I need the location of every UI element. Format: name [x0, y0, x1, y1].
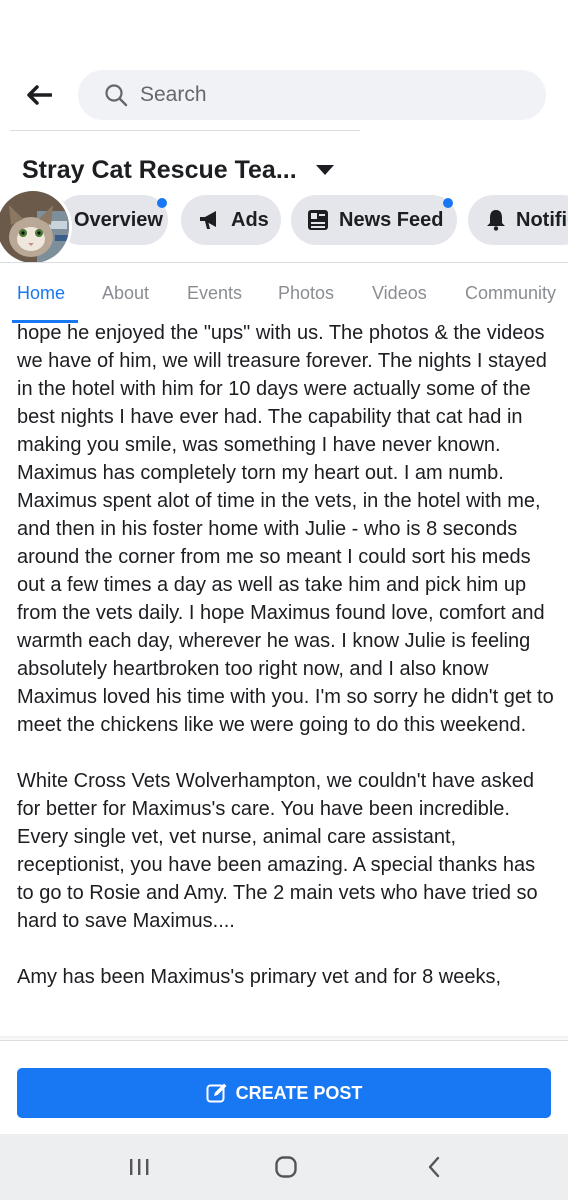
page-title: Stray Cat Rescue Tea... [22, 155, 297, 184]
megaphone-icon [199, 210, 221, 230]
post-content: hope he enjoyed the "ups" with us. The p… [0, 323, 568, 1023]
news-feed-icon [307, 209, 329, 231]
notifications-label: Notific [516, 208, 568, 231]
create-post-button[interactable]: CREATE POST [17, 1068, 551, 1118]
caret-down-icon [315, 163, 335, 177]
recent-apps-button[interactable] [119, 1152, 159, 1182]
page-switcher[interactable]: Stray Cat Rescue Tea... [22, 152, 335, 188]
system-nav-bar [0, 1134, 568, 1200]
overview-label: Overview [74, 208, 163, 231]
post-text: hope he enjoyed the "ups" with us. The p… [17, 323, 557, 991]
tab-photos[interactable]: Photos [278, 283, 334, 304]
tab-community[interactable]: Community [465, 283, 556, 304]
bell-icon [486, 209, 506, 231]
news-feed-notification-dot [443, 198, 453, 208]
top-bar [0, 60, 568, 130]
overview-notification-dot [157, 198, 167, 208]
bottom-action-bar: CREATE POST [0, 1040, 568, 1135]
post-paragraph: White Cross Vets Wolverhampton, we could… [17, 770, 538, 932]
status-bar [0, 0, 568, 60]
overview-chip[interactable]: Overview [56, 195, 168, 245]
tab-events[interactable]: Events [187, 283, 242, 304]
page-avatar[interactable] [0, 188, 72, 266]
header-divider [10, 130, 360, 131]
post-paragraph: hope he enjoyed the "ups" with us. The p… [17, 323, 554, 736]
recent-apps-icon [130, 1159, 149, 1175]
tab-home[interactable]: Home [17, 283, 65, 304]
ads-chip[interactable]: Ads [181, 195, 281, 245]
search-input[interactable] [138, 82, 522, 108]
post-paragraph: Amy has been Maximus's primary vet and f… [17, 966, 502, 988]
page-actions-bar: Overview Ads News Feed Notific [0, 195, 568, 247]
back-button[interactable] [22, 80, 56, 110]
tab-videos[interactable]: Videos [372, 283, 427, 304]
home-icon [275, 1156, 297, 1178]
notifications-chip[interactable]: Notific [468, 195, 568, 245]
search-box[interactable] [78, 70, 546, 120]
cat-avatar-image [0, 191, 69, 263]
search-icon [104, 82, 130, 108]
ads-label: Ads [231, 208, 269, 231]
back-arrow-icon [27, 85, 52, 105]
edit-icon [206, 1083, 227, 1103]
chevron-left-icon [428, 1156, 440, 1178]
page-tabs: Home About Events Photos Videos Communit… [0, 262, 568, 324]
home-button[interactable] [266, 1152, 306, 1182]
news-feed-label: News Feed [339, 208, 444, 231]
back-nav-button[interactable] [414, 1152, 454, 1182]
create-post-label: CREATE POST [235, 1082, 363, 1103]
news-feed-chip[interactable]: News Feed [291, 195, 457, 245]
tab-about[interactable]: About [102, 283, 149, 304]
